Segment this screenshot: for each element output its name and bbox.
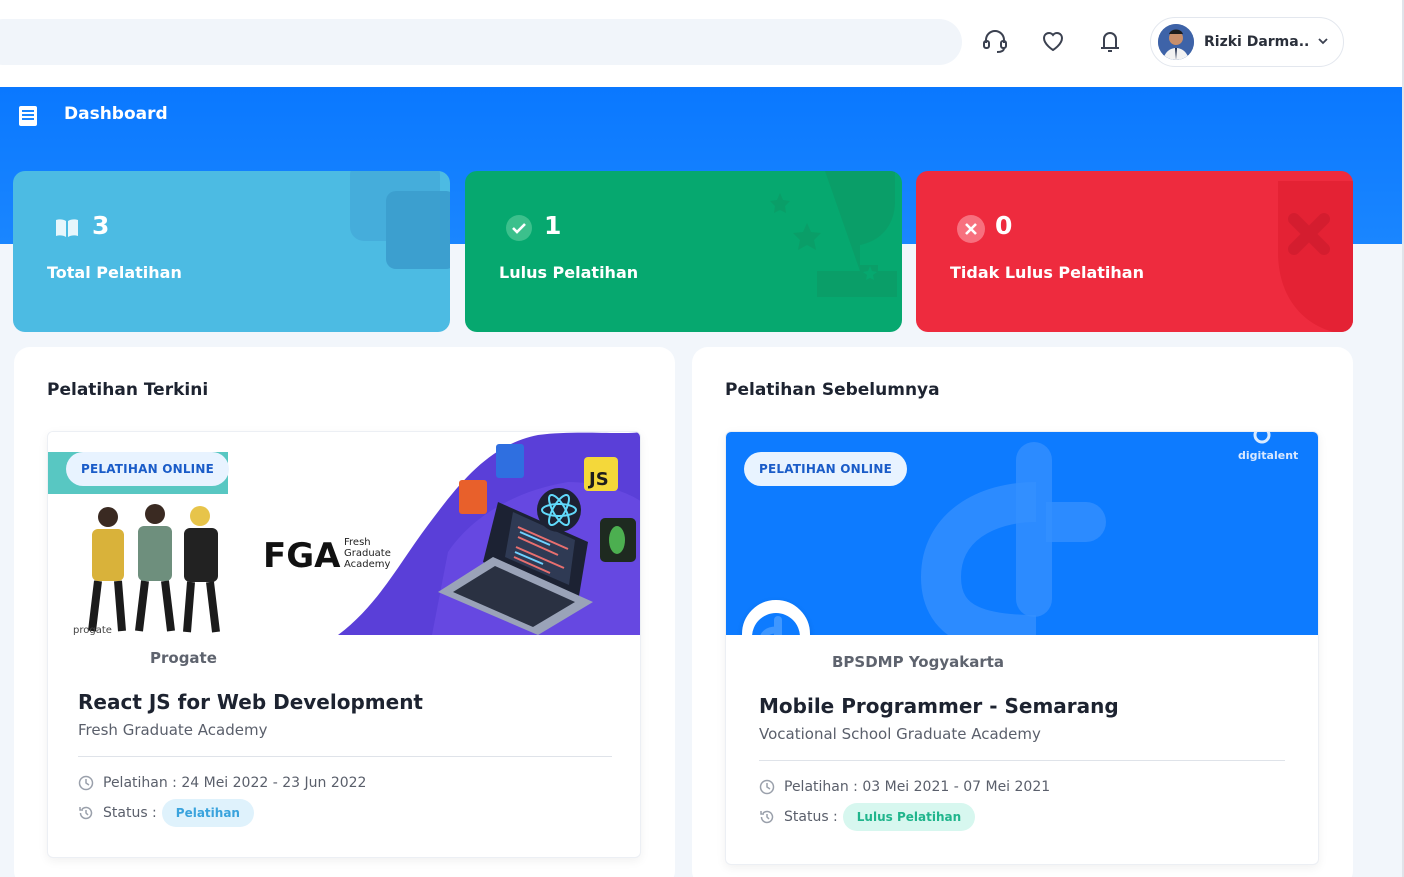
panel-title: Pelatihan Terkini [47, 380, 209, 400]
stat-label: Total Pelatihan [47, 263, 182, 282]
heart-icon[interactable] [1036, 24, 1070, 58]
stat-card-lulus[interactable]: 1 Lulus Pelatihan [465, 171, 902, 332]
training-status: Status : Pelatihan [78, 799, 254, 827]
online-badge: PELATIHAN ONLINE [66, 452, 229, 486]
training-period: Pelatihan : 03 Mei 2021 - 07 Mei 2021 [759, 779, 1050, 795]
stat-label: Lulus Pelatihan [499, 263, 639, 282]
course-thumbnail: digitalent PELATIHAN ONLINE [726, 432, 1318, 635]
panel-title: Pelatihan Sebelumnya [725, 380, 940, 400]
online-badge: PELATIHAN ONLINE [744, 452, 907, 486]
history-icon [79, 806, 93, 820]
organizer-name: Progate [150, 649, 217, 667]
period-text: Pelatihan : 03 Mei 2021 - 07 Mei 2021 [784, 779, 1051, 795]
course-title[interactable]: Mobile Programmer - Semarang [759, 694, 1119, 718]
divider [78, 756, 612, 757]
stat-label: Tidak Lulus Pelatihan [950, 263, 1144, 282]
top-bar: Rizki Darma... [0, 0, 1404, 87]
previous-training-panel: Pelatihan Sebelumnya digitalent PELATIHA… [692, 347, 1353, 877]
user-menu[interactable]: Rizki Darma... [1150, 17, 1344, 67]
fga-logo-text: FGA [263, 536, 341, 576]
user-name: Rizki Darma... [1204, 34, 1308, 50]
organizer-logo [742, 600, 810, 635]
trophy-decoration [770, 171, 897, 297]
progate-logo-text: progate [73, 625, 112, 635]
check-circle-icon [505, 214, 533, 242]
status-label: Status : [103, 805, 157, 821]
squares-decoration [350, 171, 450, 269]
stat-value: 3 [92, 211, 110, 240]
x-circle-icon [956, 214, 985, 243]
course-title[interactable]: React JS for Web Development [78, 690, 423, 714]
clock-icon [759, 779, 775, 795]
stat-value: 0 [995, 211, 1013, 240]
clock-icon [78, 775, 94, 791]
stat-value: 1 [544, 211, 562, 240]
digitalent-logo-text: digitalent [1238, 449, 1298, 462]
headset-icon[interactable] [978, 24, 1012, 58]
status-badge: Pelatihan [161, 799, 254, 827]
svg-text:Fresh: Fresh [344, 537, 371, 548]
book-icon [53, 214, 81, 242]
academy-name: Fresh Graduate Academy [78, 721, 268, 739]
course-card[interactable]: JS FGA Fresh Graduate Academy progate PE… [47, 431, 641, 858]
chevron-down-icon[interactable] [1316, 33, 1330, 52]
avatar [1158, 24, 1194, 60]
training-status: Status : Lulus Pelatihan [759, 803, 976, 831]
organizer-name: BPSDMP Yogyakarta [832, 653, 1005, 671]
course-thumbnail: JS FGA Fresh Graduate Academy progate PE… [48, 432, 640, 635]
stat-card-total[interactable]: 3 Total Pelatihan [13, 171, 450, 332]
course-card[interactable]: digitalent PELATIHAN ONLINE BPSDMP Yogya… [725, 431, 1319, 865]
bell-icon[interactable] [1093, 24, 1127, 58]
stat-card-tidak-lulus[interactable]: 0 Tidak Lulus Pelatihan [916, 171, 1353, 332]
js-logo-text: JS [587, 469, 609, 490]
search-input[interactable] [0, 19, 962, 65]
current-training-panel: Pelatihan Terkini JS FGA Fresh Graduate … [14, 347, 675, 877]
shield-x-decoration [1278, 181, 1353, 332]
academy-name: Vocational School Graduate Academy [759, 725, 1041, 743]
status-badge: Lulus Pelatihan [842, 803, 976, 831]
training-period: Pelatihan : 24 Mei 2022 - 23 Jun 2022 [78, 775, 366, 791]
document-icon [18, 105, 38, 127]
svg-text:Graduate: Graduate [344, 548, 391, 559]
divider [759, 760, 1285, 761]
page-title: Dashboard [64, 104, 168, 124]
status-label: Status : [784, 809, 838, 825]
period-text: Pelatihan : 24 Mei 2022 - 23 Jun 2022 [103, 775, 367, 791]
svg-text:Academy: Academy [344, 559, 391, 570]
history-icon [760, 810, 774, 824]
